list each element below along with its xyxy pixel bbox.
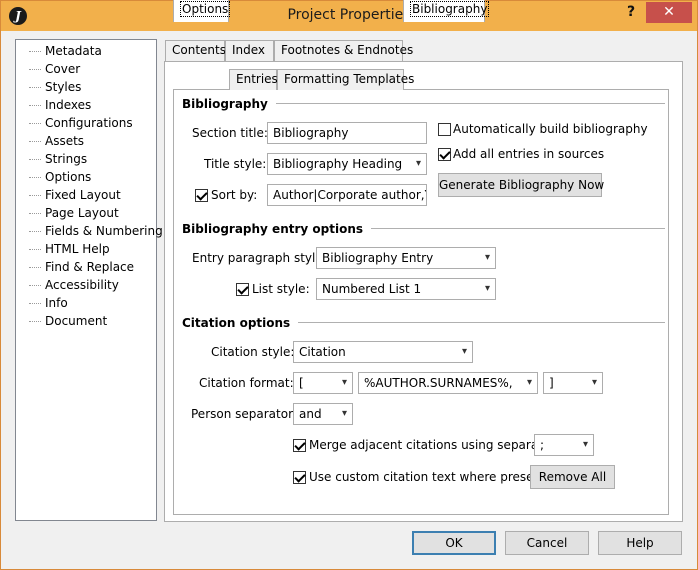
tab-formatting-templates[interactable]: Formatting Templates [277, 69, 414, 90]
tree-item-accessibility[interactable]: Accessibility [16, 276, 121, 294]
title-bar: J Project Properties ? ✕ [1, 1, 697, 31]
section-title-input[interactable]: Bibliography [267, 122, 427, 144]
generate-bibliography-button[interactable]: Generate Bibliography Now [438, 173, 604, 197]
sort-by-checkbox[interactable] [195, 189, 208, 202]
tab-footnotes-endnotes[interactable]: Footnotes & Endnotes [274, 40, 413, 61]
entry-style-select[interactable]: Bibliography Entry ▾ [316, 247, 496, 269]
divider-citation-options [277, 322, 665, 323]
tab-options[interactable]: Options [173, 0, 231, 22]
chevron-down-icon: ▾ [461, 346, 467, 357]
help-button[interactable]: Help [598, 531, 682, 555]
person-separator-select[interactable]: and ▾ [293, 403, 353, 425]
list-style-checkbox[interactable] [236, 283, 249, 296]
tab-contents[interactable]: Contents [165, 40, 226, 61]
chevron-down-icon: ▾ [582, 439, 588, 450]
custom-citation-text-label: Use custom citation text where present [309, 470, 546, 484]
merge-citations-label: Merge adjacent citations using separator [309, 438, 556, 452]
list-style-label: List style: [252, 282, 310, 296]
tree-item-page-layout[interactable]: Page Layout [16, 204, 121, 222]
citation-style-label: Citation style: [211, 345, 295, 359]
chevron-down-icon: ▾ [341, 408, 347, 419]
cancel-button[interactable]: Cancel [505, 531, 589, 555]
chevron-down-icon: ▾ [341, 377, 347, 388]
project-properties-window: J Project Properties ? ✕ Metadata Cover … [0, 0, 698, 570]
sort-by-label: Sort by: [211, 188, 258, 202]
merge-separator-select[interactable]: ; ▾ [534, 434, 594, 456]
tree-item-html-help[interactable]: HTML Help [16, 240, 112, 258]
chevron-down-icon: ▾ [415, 158, 421, 169]
auto-build-label: Automatically build bibliography [453, 122, 648, 136]
tree-item-cover[interactable]: Cover [16, 60, 82, 78]
help-icon[interactable]: ? [618, 4, 644, 24]
tree-item-metadata[interactable]: Metadata [16, 42, 104, 60]
citation-format-label: Citation format: [199, 376, 294, 390]
tree-item-strings[interactable]: Strings [16, 150, 89, 168]
tree-item-styles[interactable]: Styles [16, 78, 83, 96]
ok-button[interactable]: OK [412, 531, 496, 555]
tree-item-options[interactable]: Options [16, 168, 93, 186]
section-title-label: Section title: [192, 126, 268, 140]
tree-item-assets[interactable]: Assets [16, 132, 86, 150]
chevron-down-icon: ▾ [591, 377, 597, 388]
tree-item-fixed-layout[interactable]: Fixed Layout [16, 186, 123, 204]
merge-citations-checkbox[interactable] [293, 439, 306, 452]
section-bibliography: Bibliography [182, 97, 276, 111]
window-title: Project Properties [287, 7, 411, 23]
tree-item-find-replace[interactable]: Find & Replace [16, 258, 136, 276]
add-all-entries-label: Add all entries in sources [453, 147, 605, 161]
section-entry-options: Bibliography entry options [182, 222, 372, 236]
chevron-down-icon: ▾ [526, 377, 532, 388]
entry-style-label: Entry paragraph style: [192, 251, 327, 265]
divider-entry-options [336, 228, 665, 229]
custom-citation-text-checkbox[interactable] [293, 471, 306, 484]
category-tree[interactable]: Metadata Cover Styles Indexes Configurat… [15, 39, 163, 521]
tree-item-info[interactable]: Info [16, 294, 70, 312]
citation-style-select[interactable]: Citation ▾ [293, 341, 473, 363]
tree-item-configurations[interactable]: Configurations [16, 114, 135, 132]
add-all-entries-checkbox[interactable] [438, 148, 451, 161]
citation-format-template-select[interactable]: %AUTHOR.SURNAMES%, %YEAR%▾ [358, 372, 538, 394]
chevron-down-icon: ▾ [484, 252, 490, 263]
person-separator-label: Person separator: [191, 407, 297, 421]
citation-format-close-select[interactable]: ] ▾ [543, 372, 603, 394]
remove-all-button[interactable]: Remove All [530, 465, 615, 489]
title-style-label: Title style: [204, 157, 267, 171]
title-style-select[interactable]: Bibliography Heading ▾ [267, 153, 427, 175]
auto-build-checkbox[interactable] [438, 123, 451, 136]
tree-item-indexes[interactable]: Indexes [16, 96, 93, 114]
tab-bibliography[interactable]: Bibliography [403, 0, 490, 22]
sort-by-input[interactable]: Author|Corporate author,Year|Title [267, 184, 427, 206]
list-style-select[interactable]: Numbered List 1 ▾ [316, 278, 496, 300]
citation-format-open-select[interactable]: [▾ [293, 372, 353, 394]
close-icon[interactable]: ✕ [646, 2, 692, 23]
tab-entries[interactable]: Entries [229, 69, 278, 90]
chevron-down-icon: ▾ [484, 283, 490, 294]
section-citation-options: Citation options [182, 316, 299, 330]
tab-index[interactable]: Index [225, 40, 274, 61]
tree-item-fields-numbering[interactable]: Fields & Numbering [16, 222, 165, 240]
divider-bibliography [259, 103, 665, 104]
tree-item-document[interactable]: Document [16, 312, 109, 330]
